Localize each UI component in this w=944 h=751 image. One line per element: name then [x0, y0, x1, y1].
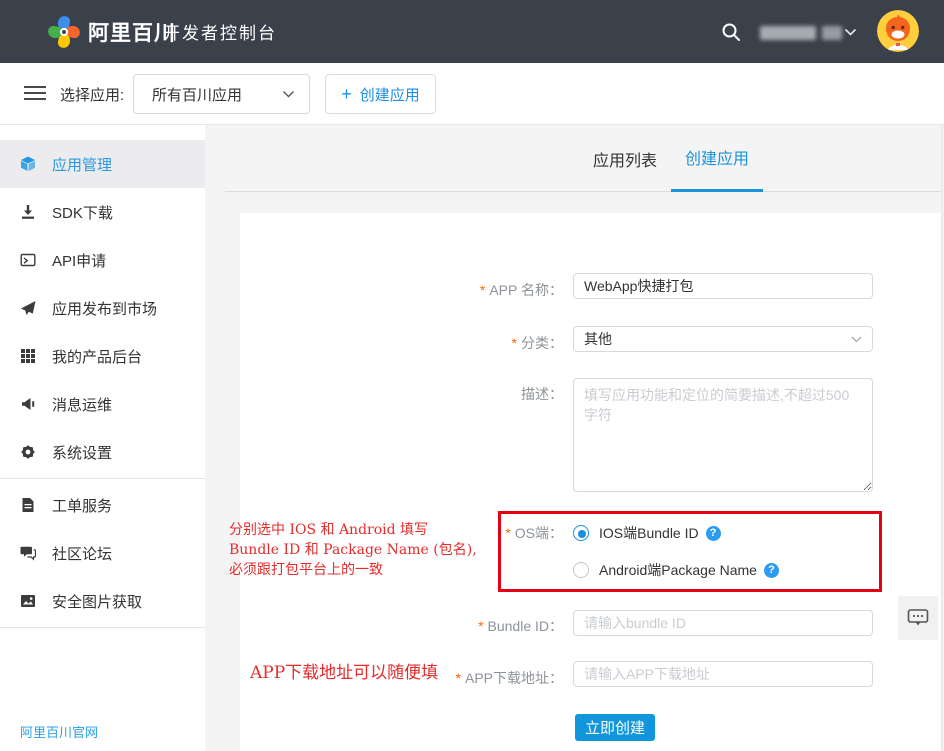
app-dropdown-value: 所有百川应用 — [152, 84, 282, 105]
sidebar-item-publish-market[interactable]: 应用发布到市场 — [0, 284, 205, 332]
sidebar-item-message-ops[interactable]: 消息运维 — [0, 380, 205, 428]
sidebar-item-app-management[interactable]: 应用管理 — [0, 140, 205, 188]
plus-icon: + — [341, 85, 352, 103]
required-star: * — [505, 525, 510, 541]
category-select[interactable]: 其他 — [573, 326, 873, 352]
page-title: 开发者控制台 — [163, 0, 277, 63]
api-window-icon — [20, 252, 36, 268]
bundle-id-input[interactable] — [573, 610, 873, 636]
app-dropdown[interactable]: 所有百川应用 — [133, 74, 310, 114]
cube-icon — [20, 156, 36, 172]
required-star: * — [456, 670, 461, 686]
required-star: * — [478, 618, 483, 634]
sidebar-item-product-backend[interactable]: 我的产品后台 — [0, 332, 205, 380]
sidebar-item-system-settings[interactable]: 系统设置 — [0, 428, 205, 476]
sidebar-item-ticket-service[interactable]: 工单服务 — [0, 481, 205, 529]
tab-create-app[interactable]: 创建应用 — [671, 125, 763, 192]
radio-ios-bundle-id[interactable]: IOS端Bundle ID ? — [573, 524, 721, 542]
feedback-widget-button[interactable] — [898, 596, 938, 640]
speaker-icon — [20, 396, 36, 412]
sidebar-item-sdk-download[interactable]: SDK下载 — [0, 188, 205, 236]
send-icon — [20, 300, 36, 316]
sidebar-divider — [0, 627, 205, 628]
grid-icon — [20, 348, 36, 364]
radio-android-package-name[interactable]: Android端Package Name ? — [573, 561, 779, 579]
hamburger-menu-icon[interactable] — [24, 86, 46, 102]
username-masked[interactable] — [760, 26, 842, 40]
download-url-annotation-note: APP下载地址可以随便填 — [250, 662, 438, 684]
baichuan-logo-icon — [46, 14, 82, 50]
top-header: 阿里百川 开发者控制台 — [0, 0, 944, 63]
official-site-link[interactable]: 阿里百川官网 — [20, 722, 98, 741]
category-label: *分类： — [512, 333, 563, 353]
tab-app-list[interactable]: 应用列表 — [579, 125, 671, 192]
app-name-input[interactable] — [573, 273, 873, 299]
download-icon — [20, 204, 36, 220]
select-app-label: 选择应用: — [60, 63, 124, 125]
radio-selected-icon[interactable] — [573, 525, 589, 541]
description-textarea[interactable] — [573, 378, 873, 492]
download-url-input[interactable] — [573, 661, 873, 687]
sidebar-item-security-image[interactable]: 安全图片获取 — [0, 577, 205, 625]
scrollbar-track[interactable] — [941, 125, 943, 751]
question-help-icon[interactable]: ? — [706, 526, 721, 541]
sidebar-item-community-forum[interactable]: 社区论坛 — [0, 529, 205, 577]
app-name-label: *APP 名称： — [480, 280, 563, 300]
required-star: * — [480, 282, 485, 298]
sidebar: 应用管理 SDK下载 API申请 应用发布到市场 我的产品后台 — [0, 125, 205, 751]
image-icon — [20, 593, 36, 609]
description-label: 描述： — [521, 384, 563, 404]
avatar[interactable] — [877, 10, 919, 52]
radio-unselected-icon[interactable] — [573, 562, 589, 578]
sidebar-divider — [0, 478, 205, 479]
feedback-bubble-icon — [907, 608, 929, 628]
os-annotation-note: 分别选中 IOS 和 Android 填写 Bundle ID 和 Packag… — [229, 520, 503, 580]
tabs-bar: 应用列表 创建应用 — [225, 125, 941, 192]
download-url-label: *APP下载地址： — [456, 668, 563, 688]
gear-icon — [20, 444, 36, 460]
document-icon — [20, 497, 36, 513]
bundle-id-label: *Bundle ID： — [478, 616, 563, 636]
question-help-icon[interactable]: ? — [764, 563, 779, 578]
chevron-down-icon[interactable] — [844, 28, 857, 37]
sidebar-item-api-apply[interactable]: API申请 — [0, 236, 205, 284]
search-icon[interactable] — [721, 22, 741, 42]
os-label: *OS端： — [505, 523, 563, 543]
required-star: * — [512, 335, 517, 351]
chevron-down-icon — [282, 90, 295, 99]
category-selected-value: 其他 — [584, 329, 851, 349]
create-now-button[interactable]: 立即创建 — [575, 714, 655, 741]
page-root: 阿里百川 开发者控制台 选择应用: — [0, 0, 944, 751]
chevron-down-icon — [851, 336, 862, 343]
create-app-button[interactable]: + 创建应用 — [325, 74, 436, 114]
chat-icon — [20, 545, 36, 561]
